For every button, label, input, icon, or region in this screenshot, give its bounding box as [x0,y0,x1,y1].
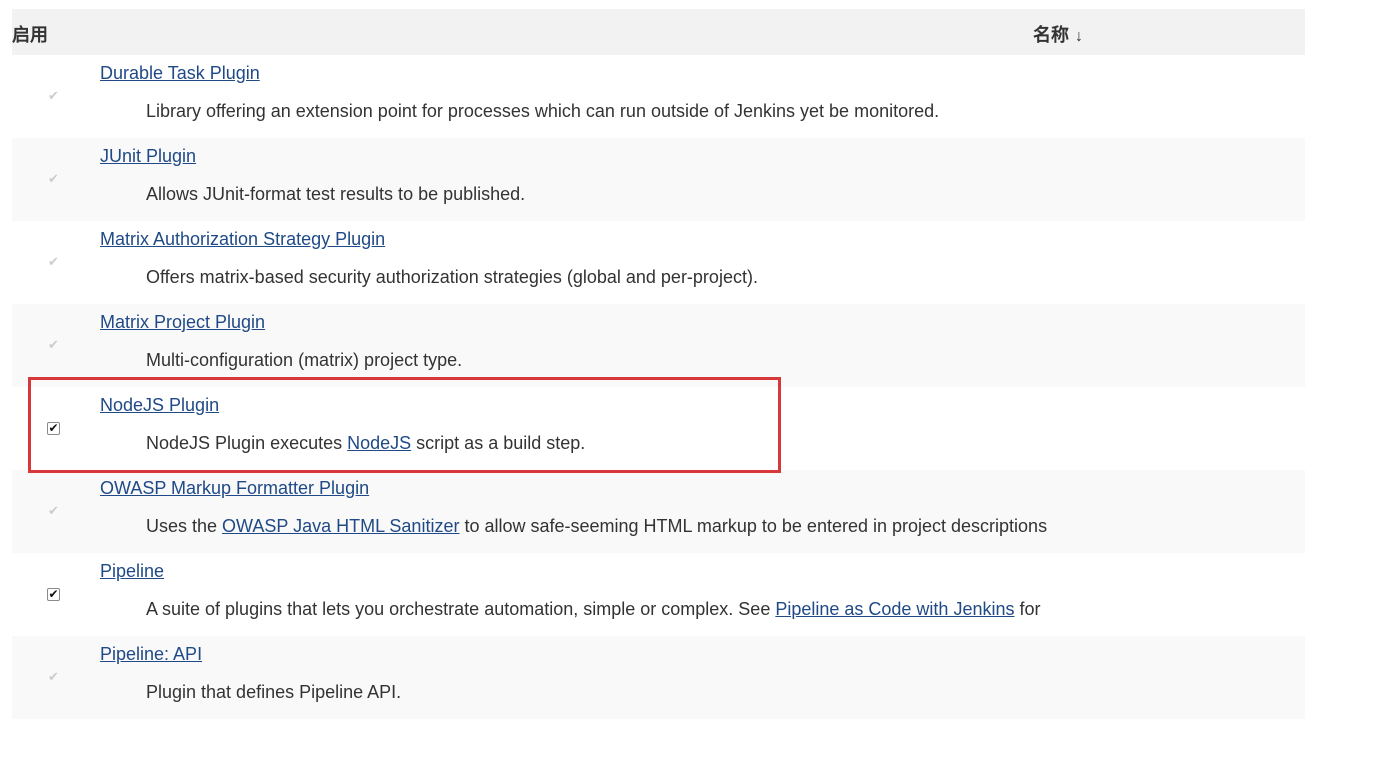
column-header-name[interactable]: 名称 ↓ [1033,21,1083,47]
plugin-list: ✔ Durable Task Plugin Library offering an … [12,55,1305,719]
plugin-row: ✔ OWASP Markup Formatter Plugin Uses the O… [12,470,1305,553]
plugin-description: NodeJS Plugin executes NodeJS script as … [146,433,585,454]
plugin-row: ✔ Matrix Project Plugin Multi-configuratio… [12,304,1305,387]
column-header-enabled[interactable]: 启用 [12,21,48,47]
plugin-row: ✔ Pipeline: API Plugin that defines Pipeli… [12,636,1305,719]
plugin-row: ✔ NodeJS Plugin NodeJS Plugin executes Nod… [12,387,1305,470]
table-header: 启用 名称 ↓ [12,9,1305,55]
enable-checkbox: ✔ [47,339,60,352]
description-text: Allows JUnit-format test results to be p… [146,184,526,204]
checkmark-icon: ✔ [48,587,59,601]
plugin-title-link[interactable]: Matrix Project Plugin [100,312,265,333]
enable-checkbox[interactable]: ✔ [47,422,60,435]
plugin-row: ✔ Pipeline A suite of plugins that lets yo… [12,553,1305,636]
description-text-after: script as a build step. [411,433,586,453]
plugin-row: ✔ Matrix Authorization Strategy Plugin Off… [12,221,1305,304]
description-text: Multi-configuration (matrix) project typ… [146,350,463,370]
plugin-row: ✔ Durable Task Plugin Library offering an … [12,55,1305,138]
checkmark-icon: ✔ [48,504,59,519]
plugin-description: Library offering an extension point for … [146,101,939,122]
enable-checkbox: ✔ [47,173,60,186]
description-text: A suite of plugins that lets you orchest… [146,599,776,619]
description-text: Uses the [146,516,223,536]
plugin-title-link[interactable]: Pipeline: API [100,644,202,665]
description-link[interactable]: OWASP Java HTML Sanitizer [222,516,459,536]
description-link[interactable]: Pipeline as Code with Jenkins [775,599,1014,619]
plugin-description: Multi-configuration (matrix) project typ… [146,350,462,371]
checkmark-icon: ✔ [48,172,59,187]
checkmark-icon: ✔ [48,338,59,353]
plugin-title-link[interactable]: NodeJS Plugin [100,395,219,416]
checkmark-icon: ✔ [48,255,59,270]
plugin-row: ✔ JUnit Plugin Allows JUnit-format test re… [12,138,1305,221]
checkmark-icon: ✔ [48,670,59,685]
enable-checkbox[interactable]: ✔ [47,588,60,601]
plugin-description: Uses the OWASP Java HTML Sanitizer to al… [146,516,1047,537]
plugin-description: Offers matrix-based security authorizati… [146,267,758,288]
plugin-title-link[interactable]: Pipeline [100,561,164,582]
enable-checkbox: ✔ [47,671,60,684]
plugin-description: A suite of plugins that lets you orchest… [146,599,1041,620]
checkmark-icon: ✔ [48,89,59,104]
description-text: NodeJS Plugin executes [146,433,348,453]
description-text: Offers matrix-based security authorizati… [146,267,758,287]
description-link[interactable]: NodeJS [347,433,411,453]
enable-checkbox: ✔ [47,90,60,103]
description-text: Library offering an extension point for … [146,101,940,121]
plugin-description: Allows JUnit-format test results to be p… [146,184,525,205]
enable-checkbox: ✔ [47,256,60,269]
enable-checkbox: ✔ [47,505,60,518]
plugin-title-link[interactable]: Matrix Authorization Strategy Plugin [100,229,385,250]
description-text: Plugin that defines Pipeline API. [146,682,402,702]
sort-arrow-icon: ↓ [1075,28,1083,45]
checkmark-icon: ✔ [48,421,59,435]
plugin-title-link[interactable]: JUnit Plugin [100,146,196,167]
plugin-table: 启用 名称 ↓ ✔ Durable Task Plugin Library offer… [12,9,1305,723]
plugin-description: Plugin that defines Pipeline API. [146,682,401,703]
description-text-after: to allow safe-seeming HTML markup to be … [459,516,1048,536]
plugin-title-link[interactable]: Durable Task Plugin [100,63,260,84]
column-header-name-label: 名称 [1033,25,1069,45]
plugin-title-link[interactable]: OWASP Markup Formatter Plugin [100,478,369,499]
description-text-after: for [1014,599,1041,619]
